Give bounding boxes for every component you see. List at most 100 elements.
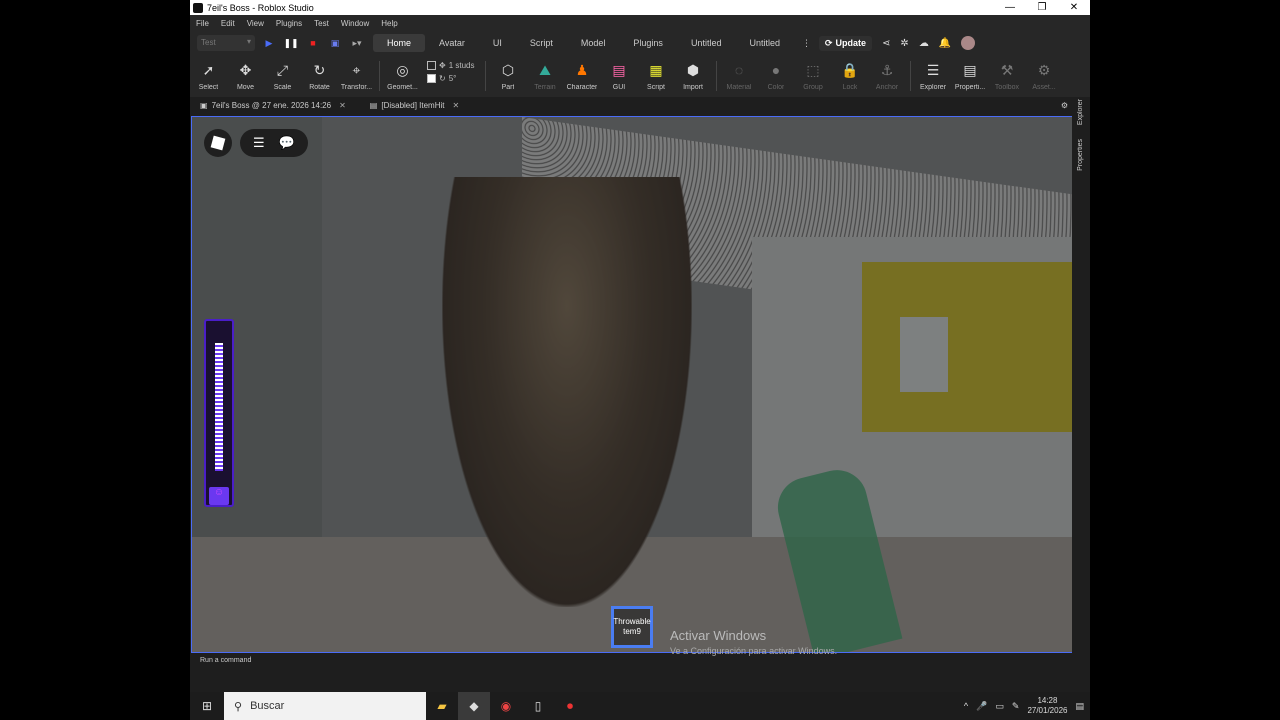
- roblox-studio-taskbar-icon[interactable]: ◆: [458, 692, 490, 720]
- chat-icon[interactable]: 💬: [279, 135, 295, 151]
- terrain-tool[interactable]: ⛰ Terrain: [527, 61, 564, 92]
- move-tool[interactable]: ✥ Move: [227, 61, 264, 92]
- command-bar[interactable]: Run a command: [190, 655, 1090, 667]
- material-icon: ◌: [734, 62, 744, 78]
- notepad-icon[interactable]: ▯: [522, 692, 554, 720]
- close-tab-icon[interactable]: ✕: [452, 101, 459, 110]
- menu-plugins[interactable]: Plugins: [276, 19, 302, 28]
- gui-icon: ▤: [612, 61, 626, 78]
- rotate-snap-checkbox[interactable]: [427, 74, 436, 83]
- select-label: Select: [198, 84, 219, 91]
- maximize-button[interactable]: ❐: [1026, 2, 1058, 13]
- divider: [484, 61, 486, 91]
- update-button[interactable]: ⟳ Update: [818, 35, 873, 51]
- clock-date: 27/01/2026: [1027, 706, 1068, 715]
- color-tool[interactable]: ● Color: [758, 61, 795, 91]
- hotbar-slot[interactable]: Throwable tem9: [611, 606, 653, 648]
- command-input[interactable]: Run a command: [200, 657, 251, 664]
- gui-tool[interactable]: ▤ GUI: [601, 61, 638, 92]
- network-icon[interactable]: ▭: [995, 701, 1004, 712]
- lock-tool[interactable]: 🔒 Lock: [832, 61, 869, 92]
- character-tool[interactable]: ♟ Character: [564, 61, 601, 92]
- minimize-button[interactable]: —: [994, 2, 1026, 13]
- chevron-up-icon[interactable]: ^: [964, 701, 968, 711]
- tab-untitled-1[interactable]: Untitled: [677, 34, 736, 52]
- settings-gear-icon[interactable]: ⚙: [1061, 101, 1068, 110]
- material-tool[interactable]: ◌ Material: [721, 61, 758, 91]
- menu-view[interactable]: View: [247, 19, 264, 28]
- tab-home[interactable]: Home: [373, 34, 426, 52]
- part-tool[interactable]: ⬡ Part: [490, 61, 527, 92]
- tab-model[interactable]: Model: [567, 34, 620, 52]
- ribbon-toolbar: ➚ Select ✥ Move ⤢ Scale ↻ Rotate ⌖ Transfor..…: [190, 55, 1090, 97]
- doctab-script[interactable]: ▤ [Disabled] ItemHit ✕: [370, 101, 459, 110]
- script-icon: ▦: [649, 61, 663, 78]
- search-icon: ⚲: [234, 700, 243, 713]
- group-icon: ⬚: [806, 61, 820, 78]
- watermark-subtitle: Ve a Configuración para activar Windows.: [670, 646, 838, 656]
- move-snap-checkbox[interactable]: [427, 61, 436, 70]
- properties-icon: ▤: [963, 61, 977, 78]
- tab-untitled-2[interactable]: Untitled: [735, 34, 794, 52]
- properties-tool[interactable]: ▤ Properti...: [952, 61, 989, 92]
- recorder-icon[interactable]: ⏺: [554, 692, 586, 720]
- properties-side-tab[interactable]: Properties: [1077, 139, 1084, 171]
- game-viewport[interactable]: ☰ 💬 ☺ Throwable tem9: [191, 116, 1073, 653]
- client-server-icon[interactable]: ▣: [327, 35, 343, 51]
- stop-icon[interactable]: ■: [305, 35, 321, 51]
- tab-script[interactable]: Script: [516, 34, 567, 52]
- group-tool[interactable]: ⬚ Group: [795, 61, 832, 92]
- file-explorer-icon[interactable]: ▰: [426, 692, 458, 720]
- test-mode-dropdown[interactable]: Test: [197, 35, 255, 51]
- transform-tool[interactable]: ⌖ Transfor...: [338, 61, 375, 92]
- windows-start-icon[interactable]: ⊞: [190, 699, 224, 713]
- scale-tool[interactable]: ⤢ Scale: [264, 61, 301, 92]
- more-icon[interactable]: ⋮: [802, 38, 811, 49]
- close-button[interactable]: ✕: [1058, 2, 1090, 13]
- notification-center-icon[interactable]: ▤: [1075, 701, 1084, 712]
- menu-file[interactable]: File: [196, 19, 209, 28]
- pen-icon[interactable]: ✎: [1012, 701, 1020, 712]
- assets-label: Asset...: [1032, 84, 1056, 91]
- microphone-icon[interactable]: 🎤: [976, 701, 987, 712]
- assets-tool[interactable]: ⚙ Asset...: [1026, 61, 1063, 92]
- chrome-icon[interactable]: ◉: [490, 692, 522, 720]
- notifications-icon[interactable]: 🔔: [939, 38, 951, 49]
- toolbox-icon: ⚒: [1000, 61, 1014, 78]
- play-icon[interactable]: ▶: [261, 35, 277, 51]
- explorer-tool[interactable]: ☰ Explorer: [915, 61, 952, 92]
- taskbar-search[interactable]: ⚲ Buscar: [224, 692, 426, 720]
- pause-icon[interactable]: ❚❚: [283, 35, 299, 51]
- tab-plugins[interactable]: Plugins: [619, 34, 677, 52]
- doctab-place[interactable]: ▣ 7eil's Boss @ 27 ene. 2026 14:26 ✕: [200, 101, 346, 110]
- roblox-menu-button[interactable]: [204, 129, 232, 157]
- hamburger-icon[interactable]: ☰: [253, 135, 265, 151]
- transform-icon: ⌖: [352, 61, 361, 78]
- tab-avatar[interactable]: Avatar: [425, 34, 479, 52]
- geometry-tool[interactable]: ◎ Geomet...: [384, 61, 421, 92]
- clock[interactable]: 14:28 27/01/2026: [1027, 696, 1067, 716]
- collaborate-icon[interactable]: ✲: [900, 38, 908, 49]
- rotate-tool[interactable]: ↻ Rotate: [301, 61, 338, 92]
- explorer-side-tab[interactable]: Explorer: [1077, 99, 1084, 125]
- cloud-icon[interactable]: ☁: [919, 38, 929, 49]
- menu-test[interactable]: Test: [314, 19, 329, 28]
- ribbon-tab-row: Test ▶ ❚❚ ■ ▣ ▸▾ Home Avatar UI Script M…: [190, 31, 1090, 55]
- toolbox-tool[interactable]: ⚒ Toolbox: [989, 61, 1026, 92]
- tab-ui[interactable]: UI: [479, 34, 516, 52]
- script-tool[interactable]: ▦ Script: [638, 61, 675, 92]
- close-tab-icon[interactable]: ✕: [339, 101, 346, 110]
- select-tool[interactable]: ➚ Select: [190, 61, 227, 92]
- cube-icon: ⬡: [501, 61, 515, 78]
- menu-help[interactable]: Help: [381, 19, 397, 28]
- anchor-tool[interactable]: ⚓ Anchor: [869, 61, 906, 92]
- import-tool[interactable]: ⬢ Import: [675, 61, 712, 92]
- rotate-snap-value[interactable]: 5°: [449, 74, 457, 83]
- share-icon[interactable]: ⋖: [882, 38, 890, 49]
- user-avatar[interactable]: [961, 36, 976, 50]
- step-icon[interactable]: ▸▾: [349, 35, 365, 51]
- stamina-meter-fill: [215, 343, 223, 471]
- menu-window[interactable]: Window: [341, 19, 369, 28]
- menu-edit[interactable]: Edit: [221, 19, 235, 28]
- move-snap-value[interactable]: 1 studs: [449, 61, 475, 70]
